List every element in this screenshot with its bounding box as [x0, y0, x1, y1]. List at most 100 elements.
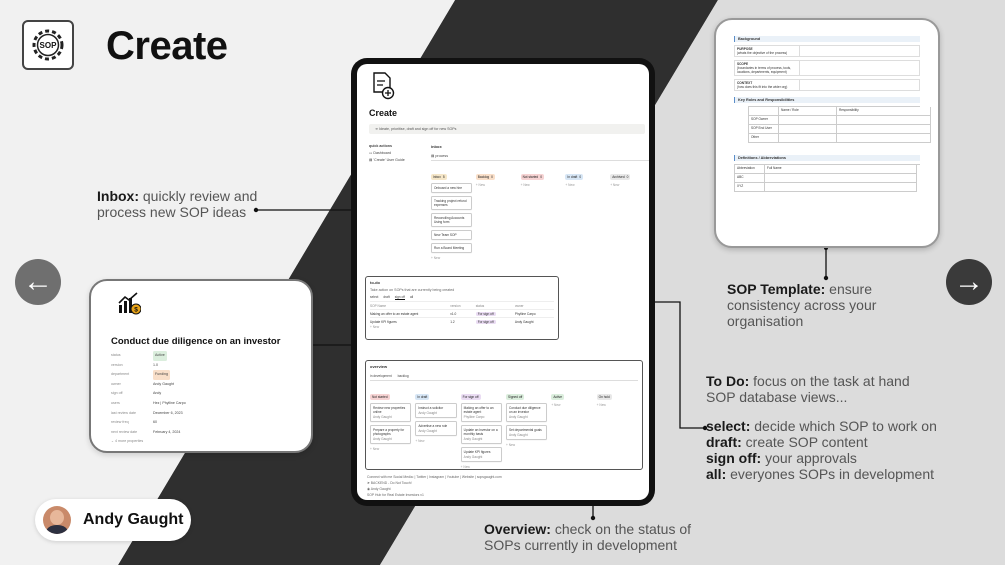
board-card[interactable]: Onboard a new hire	[431, 183, 472, 193]
field-hint: (boundaries in terms of process, tools, …	[737, 66, 792, 74]
status-badge: Not started	[370, 394, 390, 400]
template-field-value[interactable]	[799, 61, 919, 75]
link-user-guide[interactable]: ▤ 'Create' User Guide	[369, 158, 423, 162]
board-card[interactable]: Instruct a solicitor Andy Gaught	[415, 403, 457, 418]
overview-callout-title: Overview:	[484, 521, 551, 537]
new-card-button[interactable]: + New	[551, 403, 592, 407]
property-row[interactable]: users Hez | Phylline Carpo	[111, 399, 291, 409]
card-title: Advertise a new role	[418, 424, 448, 428]
status-label: In draft	[567, 175, 578, 179]
board-card[interactable]: Reconciling Accounts Using form	[431, 213, 472, 227]
backend-link[interactable]: BACKEND - Do Not Touch!	[371, 481, 412, 485]
template-field-value[interactable]	[799, 46, 919, 56]
new-card-button[interactable]: + New	[431, 256, 472, 260]
tab-draft[interactable]: draft	[383, 295, 389, 299]
roles-heading: Key Roles and Responsibilities	[734, 97, 920, 103]
inbox-column: In draft 0 + New	[565, 165, 606, 260]
roles-cell[interactable]	[779, 125, 837, 134]
more-properties-toggle[interactable]: ⌄ 4 more properties	[111, 437, 291, 447]
next-slide-button[interactable]: →	[946, 259, 992, 305]
board-card[interactable]: Update KPI figures Andy Gaught	[460, 447, 502, 462]
todo-new-button[interactable]: + New	[370, 325, 554, 329]
card-title: Review new properties online	[373, 406, 406, 414]
todo-callout-subtitle: SOP database views...	[706, 389, 848, 405]
roles-cell[interactable]	[837, 125, 931, 134]
property-row[interactable]: department Funding	[111, 370, 291, 380]
view-name: draft:	[706, 434, 742, 450]
property-value: Funding	[153, 370, 170, 380]
roles-cell[interactable]	[779, 116, 837, 125]
property-row[interactable]: sign off Andy	[111, 389, 291, 399]
new-card-button[interactable]: + New	[521, 183, 562, 187]
new-card-button[interactable]: + New	[506, 443, 547, 447]
new-card-button[interactable]: + New	[461, 465, 502, 469]
quick-actions: quick actions ▭ Dashboard ▤ 'Create' Use…	[369, 144, 423, 165]
board-card[interactable]: Update an Investor on a monthly basis And…	[460, 425, 502, 444]
board-card[interactable]: Prepare a property for photographs Andy G…	[370, 425, 412, 444]
status-badge: For sign off	[475, 311, 496, 316]
board-card[interactable]: Advertise a new role Andy Gaught	[415, 421, 457, 436]
definitions-table: Abbreviation Full Name ABC XYZ	[734, 164, 920, 192]
board-card[interactable]: Set departmental goals Andy Gaught	[505, 425, 548, 440]
new-card-button[interactable]: + New	[370, 447, 411, 451]
status-count: 5	[442, 175, 445, 179]
tab-sign-off[interactable]: sign off	[394, 295, 405, 300]
card-title: Making an offer to an estate agent	[463, 406, 494, 414]
property-row[interactable]: status Active	[111, 351, 291, 361]
property-row[interactable]: next review date February 4, 2024	[111, 428, 291, 438]
tab-all[interactable]: all	[410, 295, 413, 299]
todo-heading: to-do	[370, 280, 380, 285]
board-card[interactable]: Run a Board Meeting	[431, 243, 472, 253]
table-row[interactable]: Making an offer to an estate agent v1.0 Fo…	[370, 309, 554, 317]
inbox-callout: Inbox: quickly review and process new SO…	[97, 188, 267, 220]
defs-cell[interactable]	[765, 174, 917, 183]
property-value: 1.0	[153, 362, 158, 367]
board-card[interactable]: Tracking project refund expenses	[431, 196, 472, 210]
status-count: 0	[540, 175, 542, 179]
board-card[interactable]: Making an offer to an estate agent Phylli…	[460, 403, 502, 422]
card-owner: Andy Gaught	[463, 455, 483, 459]
roles-cell[interactable]	[837, 134, 931, 143]
property-row[interactable]: review freq 60	[111, 418, 291, 428]
board-card[interactable]: Conduct due diligence on an investor Andy…	[505, 403, 548, 422]
version-cell: 1.2	[450, 319, 455, 324]
board-card[interactable]: Review new properties online Andy Gaught	[370, 403, 412, 422]
more-label: 4 more properties	[115, 439, 144, 444]
card-owner: Andy Gaught	[508, 415, 528, 419]
tab-in-development[interactable]: in development	[370, 374, 392, 378]
tab-select[interactable]: select	[370, 295, 378, 299]
owner-cell: Phylline Carpo	[514, 311, 536, 316]
property-key: review freq	[111, 420, 129, 425]
definitions-heading: Definitions / Abbreviations	[734, 155, 920, 161]
tab-process[interactable]: ▤ process	[431, 154, 649, 161]
new-card-button[interactable]: + New	[565, 183, 606, 187]
todo-view-draft: draft: create SOP content	[706, 434, 966, 450]
new-card-button[interactable]: + New	[610, 183, 649, 187]
link-label: 'Create' User Guide	[373, 158, 405, 162]
roles-cell[interactable]	[837, 116, 931, 125]
roles-row-label: SOP End User	[749, 125, 779, 134]
property-row[interactable]: last review date December 6, 2023	[111, 409, 291, 419]
property-row[interactable]: version 1.0	[111, 361, 291, 371]
todo-callout-title: To Do:	[706, 373, 750, 389]
avatar	[43, 506, 71, 534]
previous-slide-button[interactable]: ←	[15, 259, 61, 305]
template-field-label: SCOPE (boundaries in terms of process, to…	[735, 61, 799, 75]
view-desc: your approvals	[761, 450, 857, 466]
link-dashboard[interactable]: ▭ Dashboard	[369, 151, 423, 155]
property-row[interactable]: owner Andy Gaught	[111, 380, 291, 390]
new-card-button[interactable]: + New	[597, 403, 638, 407]
new-card-button[interactable]: + New	[415, 439, 456, 443]
view-name: sign off:	[706, 450, 762, 466]
defs-cell[interactable]	[765, 183, 917, 192]
tab-backlog[interactable]: backlog	[398, 374, 409, 378]
todo-callout: To Do: focus on the task at hand SOP dat…	[706, 373, 966, 482]
new-card-button[interactable]: + New	[476, 183, 517, 187]
card-owner: Andy Gaught	[508, 433, 528, 437]
table-row[interactable]: Update KPI figures 1.2 For sign off Andy Ga…	[370, 317, 554, 325]
template-field-row: SCOPE (boundaries in terms of process, to…	[734, 60, 920, 76]
board-card[interactable]: New Team SOP	[431, 230, 472, 240]
property-value: February 4, 2024	[153, 429, 181, 434]
roles-cell[interactable]	[779, 134, 837, 143]
template-field-value[interactable]	[799, 80, 919, 90]
